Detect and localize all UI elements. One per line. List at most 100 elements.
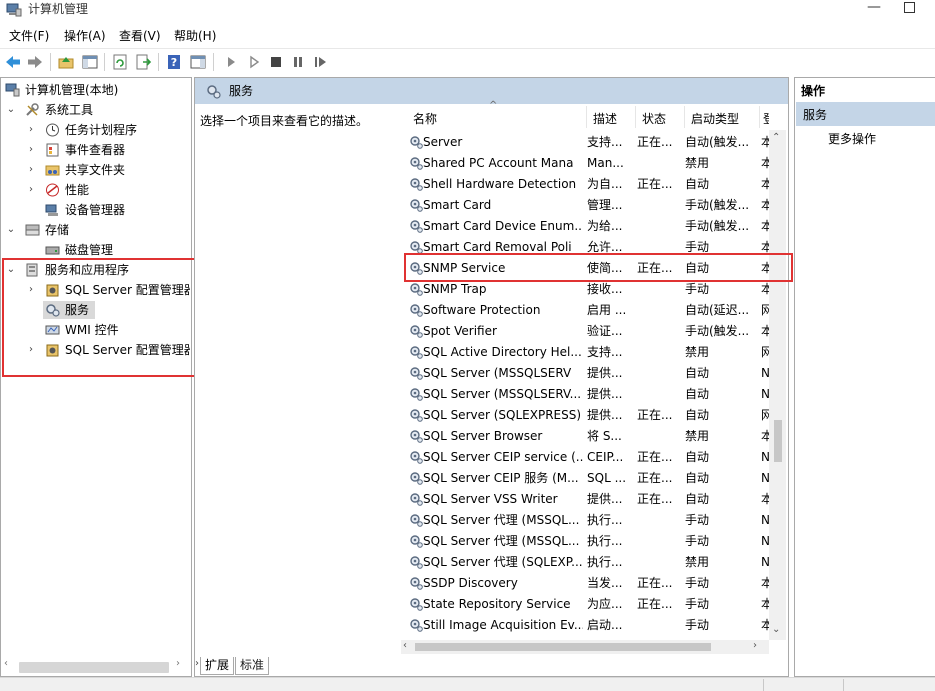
window-title: 计算机管理 xyxy=(28,2,89,16)
gear-icon xyxy=(410,598,423,611)
menu-file[interactable]: 文件(F) xyxy=(9,28,49,44)
table-row[interactable]: Smart Card 管理... 手动(触发... 本 xyxy=(401,195,769,216)
horizontal-scrollbar[interactable]: ‹ › xyxy=(401,640,769,654)
column-header-description[interactable]: 描述 xyxy=(593,110,617,127)
device-manager-icon xyxy=(45,204,58,216)
table-row[interactable]: Software Protection 启用 ... 自动(延迟... 网 xyxy=(401,300,769,321)
toolbar: ? xyxy=(0,48,935,74)
tree-item-event-viewer[interactable]: › 事件查看器 xyxy=(25,140,190,160)
tree-item-task-scheduler[interactable]: › 任务计划程序 xyxy=(25,120,190,140)
table-row[interactable]: SQL Server (SQLEXPRESS) 提供... 正在... 自动 网 xyxy=(401,405,769,426)
tree-item-storage[interactable]: ⌄ 存储 xyxy=(5,220,190,240)
chevron-right-icon[interactable]: › xyxy=(25,160,37,180)
vertical-scroll-thumb[interactable] xyxy=(774,420,782,462)
tree-label: 磁盘管理 xyxy=(65,243,114,257)
refresh-icon[interactable] xyxy=(111,53,129,71)
cell-description: 提供... xyxy=(587,366,623,380)
computer-management-icon xyxy=(5,83,20,97)
table-row[interactable]: SSDP Discovery 当发... 正在... 手动 本 xyxy=(401,573,769,594)
table-row[interactable]: Server 支持... 正在... 自动(触发... 本 xyxy=(401,132,769,153)
chevron-right-icon[interactable]: › xyxy=(25,120,37,140)
gear-icon xyxy=(410,535,423,548)
up-folder-icon[interactable] xyxy=(57,53,75,71)
more-actions-link[interactable]: 更多操作 xyxy=(828,130,876,147)
page-title: 服务 xyxy=(229,84,254,98)
column-header-startup-type[interactable]: 启动类型 xyxy=(691,110,739,127)
table-row[interactable]: Smart Card Device Enum... 为给... 手动(触发... 本 xyxy=(401,216,769,237)
cell-name: Server xyxy=(423,135,463,149)
menu-help[interactable]: 帮助(H) xyxy=(174,28,216,44)
cell-status: 正在... xyxy=(637,135,673,149)
export-list-icon[interactable] xyxy=(134,53,152,71)
cell-startup-type: 禁用 xyxy=(685,429,710,443)
tab-standard[interactable]: 标准 xyxy=(235,657,270,675)
cell-startup-type: 自动 xyxy=(685,177,710,191)
vertical-scrollbar[interactable]: ⌃ ⌄ xyxy=(769,130,786,640)
scroll-right-arrow[interactable]: › xyxy=(753,640,757,651)
table-row[interactable]: Still Image Acquisition Ev... 启动... 手动 本 xyxy=(401,615,769,636)
table-row[interactable]: SQL Server CEIP service (... CEIP... 正在...… xyxy=(401,447,769,468)
column-header-logon[interactable]: 登 xyxy=(763,110,769,127)
cell-logon: 本 xyxy=(761,597,769,611)
tree-item-performance[interactable]: › 性能 xyxy=(25,180,190,200)
tree-item-disk-management[interactable]: 磁盘管理 xyxy=(25,240,190,260)
show-action-pane-icon[interactable] xyxy=(189,53,207,71)
table-row[interactable]: SQL Server (MSSQLSERV... 提供... 自动 N xyxy=(401,384,769,405)
start-service-alt-icon[interactable] xyxy=(245,53,263,71)
table-row[interactable]: SQL Server 代理 (MSSQL... 执行... 手动 N xyxy=(401,531,769,552)
stop-service-icon[interactable] xyxy=(267,53,285,71)
column-header-status[interactable]: 状态 xyxy=(642,110,666,127)
cell-logon: N xyxy=(761,471,769,485)
cell-logon: N xyxy=(761,534,769,548)
tab-extended[interactable]: 扩展 xyxy=(200,657,235,675)
shared-folder-icon xyxy=(45,165,60,176)
table-row[interactable]: SNMP Trap 接收... 手动 本 xyxy=(401,279,769,300)
cell-name: SQL Server (SQLEXPRESS) xyxy=(423,408,582,422)
maximize-button[interactable] xyxy=(904,2,915,13)
table-row[interactable]: State Repository Service 为应... 正在... 手动 本 xyxy=(401,594,769,615)
scroll-left-arrow[interactable]: ‹ xyxy=(403,640,407,651)
chevron-right-icon[interactable]: › xyxy=(25,180,37,200)
cell-status: 正在... xyxy=(637,597,673,611)
table-row[interactable]: SQL Server 代理 (SQLEXP... 执行... 禁用 N xyxy=(401,552,769,573)
table-row[interactable]: Shell Hardware Detection 为自... 正在... 自动 本 xyxy=(401,174,769,195)
chevron-down-icon[interactable]: ⌄ xyxy=(772,624,780,635)
back-icon[interactable] xyxy=(4,53,22,71)
table-row[interactable]: SQL Server VSS Writer 提供... 正在... 自动 本 xyxy=(401,489,769,510)
minimize-button[interactable]: — xyxy=(860,0,888,20)
chevron-down-icon[interactable]: ⌄ xyxy=(5,220,17,240)
scroll-right-arrow[interactable]: › xyxy=(176,658,188,672)
horizontal-scroll-thumb[interactable] xyxy=(415,643,711,651)
gear-icon xyxy=(410,157,423,170)
tree-horizontal-scrollbar[interactable] xyxy=(19,662,169,673)
tree-item-shared-folders[interactable]: › 共享文件夹 xyxy=(25,160,190,180)
menu-view[interactable]: 查看(V) xyxy=(119,28,161,44)
chevron-down-icon[interactable]: ⌄ xyxy=(5,100,17,120)
table-row[interactable]: Spot Verifier 验证... 手动(触发... 本 xyxy=(401,321,769,342)
restart-service-icon[interactable] xyxy=(311,53,329,71)
actions-section-services[interactable]: 服务 xyxy=(796,102,935,126)
column-header-name[interactable]: 名称 xyxy=(413,110,437,127)
forward-icon[interactable] xyxy=(26,53,44,71)
start-service-icon[interactable] xyxy=(222,53,240,71)
cell-description: 将 S... xyxy=(587,429,622,443)
menu-action[interactable]: 操作(A) xyxy=(64,28,106,44)
table-row[interactable]: SQL Server (MSSQLSERV 提供... 自动 N xyxy=(401,363,769,384)
tree-item-device-manager[interactable]: 设备管理器 xyxy=(25,200,190,220)
cell-description: 验证... xyxy=(587,324,623,338)
help-icon[interactable]: ? xyxy=(165,53,183,71)
cell-name: Software Protection xyxy=(423,303,541,317)
table-row[interactable]: SQL Server Browser 将 S... 禁用 本 xyxy=(401,426,769,447)
table-row[interactable]: SQL Active Directory Hel... 支持... 禁用 网 xyxy=(401,342,769,363)
table-row[interactable]: SQL Server CEIP 服务 (M... SQL ... 正在... 自动 N xyxy=(401,468,769,489)
scroll-left-arrow[interactable]: ‹ xyxy=(4,658,16,672)
chevron-right-icon[interactable]: › xyxy=(25,140,37,160)
table-row[interactable]: SQL Server 代理 (MSSQL... 执行... 手动 N xyxy=(401,510,769,531)
pause-service-icon[interactable] xyxy=(289,53,307,71)
table-row[interactable]: Shared PC Account Mana Man... 禁用 本 xyxy=(401,153,769,174)
show-hide-tree-icon[interactable] xyxy=(81,53,99,71)
scroll-up-arrow[interactable]: ⌃ xyxy=(772,132,780,143)
tree-item-computer-management[interactable]: 计算机管理(本地) xyxy=(5,80,190,100)
tree-item-system-tools[interactable]: ⌄ 系统工具 xyxy=(5,100,190,120)
cell-startup-type: 自动(延迟... xyxy=(685,303,750,317)
